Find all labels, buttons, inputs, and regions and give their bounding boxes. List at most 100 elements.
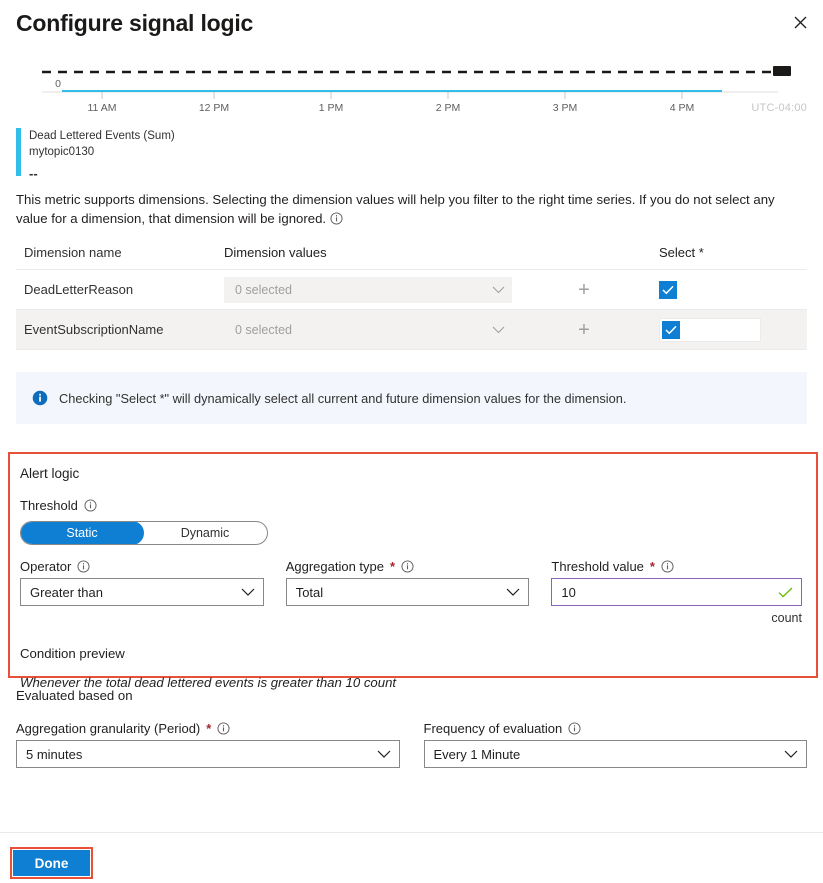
legend-metric-value: -- [29, 166, 38, 181]
legend-metric-title: Dead Lettered Events (Sum) [29, 130, 175, 142]
info-banner: Checking "Select *" will dynamically sel… [16, 372, 807, 424]
legend-color-swatch [16, 128, 21, 176]
operator-label: Operator [20, 559, 72, 574]
threshold-value-input[interactable]: 10 [561, 585, 575, 600]
alert-logic-title: Alert logic [20, 466, 80, 481]
x-tick-label: 3 PM [553, 102, 578, 114]
chart-legend: Dead Lettered Events (Sum) mytopic0130 -… [16, 128, 807, 180]
threshold-label-row: Threshold [20, 498, 802, 513]
required-asterisk: * [649, 559, 655, 574]
column-header-dimension-values: Dimension values [224, 245, 327, 260]
checkmark-icon [665, 325, 677, 334]
aggregation-granularity-field: Aggregation granularity (Period) * 5 min… [16, 721, 400, 768]
checkmark-icon [662, 285, 674, 294]
dimension-values-placeholder: 0 selected [235, 322, 292, 337]
table-row: EventSubscriptionName 0 selected + [16, 310, 807, 350]
aggregation-type-value: Total [295, 584, 324, 600]
threshold-label: Threshold [20, 498, 78, 513]
threshold-marker [773, 66, 791, 76]
dimensions-table: Dimension name Dimension values Select *… [16, 242, 807, 350]
x-tick-label: 1 PM [319, 102, 344, 114]
threshold-value-unit: count [771, 611, 802, 625]
chevron-down-icon [377, 750, 390, 758]
dimension-values-placeholder: 0 selected [235, 282, 292, 297]
column-header-select: Select * [659, 245, 704, 260]
alert-logic-fields-row: Operator Greater than Aggregation type * [20, 559, 802, 625]
dialog-header: Configure signal logic [0, 0, 823, 46]
chevron-down-icon [492, 286, 505, 293]
chevron-down-icon [241, 588, 255, 596]
aggregation-type-select[interactable]: Total [285, 578, 530, 606]
threshold-option-static[interactable]: Static [21, 522, 144, 544]
select-all-checkbox-eventsubscriptionname[interactable] [662, 320, 680, 339]
column-header-dimension-name: Dimension name [24, 245, 122, 260]
condition-preview-label: Condition preview [20, 646, 125, 661]
evaluated-based-on-section: Evaluated based on Aggregation granulari… [16, 688, 807, 768]
y-tick-0: 0 [55, 78, 61, 90]
chevron-down-icon [492, 326, 505, 333]
table-row: DeadLetterReason 0 selected + [16, 270, 807, 310]
dimensions-description: This metric supports dimensions. Selecti… [16, 190, 807, 228]
info-icon[interactable] [330, 212, 343, 225]
x-tick-label: 4 PM [670, 102, 695, 114]
select-all-wrapper [659, 280, 677, 299]
info-banner-text: Checking "Select *" will dynamically sel… [59, 390, 627, 406]
info-icon[interactable] [217, 722, 230, 735]
dialog-footer: Done [0, 832, 823, 883]
dimension-values-select-deadletterreason[interactable]: 0 selected [224, 276, 512, 303]
metric-chart-svg: 0 11 AM 12 PM 1 PM 2 PM 3 PM 4 PM [42, 66, 791, 114]
frequency-of-evaluation-field: Frequency of evaluation Every 1 Minute [423, 721, 807, 768]
chevron-down-icon [784, 750, 798, 758]
plus-icon[interactable]: + [578, 280, 590, 300]
info-icon[interactable] [661, 560, 674, 573]
threshold-option-dynamic[interactable]: Dynamic [143, 522, 267, 544]
dimension-values-select-eventsubscriptionname[interactable]: 0 selected [224, 316, 512, 343]
aggregation-type-label: Aggregation type [285, 559, 384, 574]
required-asterisk: * [390, 559, 396, 574]
aggregation-granularity-label: Aggregation granularity (Period) [16, 721, 201, 736]
done-button[interactable]: Done [13, 850, 90, 876]
x-tick-label: 2 PM [436, 102, 461, 114]
alert-logic-section: Alert logic Threshold Static Dynamic Ope… [8, 452, 818, 690]
x-axis-ticks [101, 92, 683, 99]
close-glyph [794, 16, 806, 28]
threshold-value-label: Threshold value [551, 559, 644, 574]
info-icon[interactable] [568, 722, 581, 735]
chart-timezone-label: UTC-04:00 [751, 102, 807, 114]
operator-value: Greater than [30, 584, 103, 600]
frequency-of-evaluation-select[interactable]: Every 1 Minute [423, 740, 807, 768]
frequency-of-evaluation-value: Every 1 Minute [433, 746, 521, 762]
operator-select[interactable]: Greater than [20, 578, 264, 606]
threshold-value-field: Threshold value * 10 count [551, 559, 802, 625]
info-icon[interactable] [77, 560, 90, 573]
threshold-value-input-wrapper[interactable]: 10 [551, 578, 802, 606]
dimensions-description-text: This metric supports dimensions. Selecti… [16, 192, 775, 226]
page-title: Configure signal logic [16, 10, 254, 36]
done-button-highlight: Done [10, 847, 93, 879]
frequency-of-evaluation-label: Frequency of evaluation [423, 721, 563, 736]
info-filled-icon [32, 390, 48, 406]
threshold-type-toggle[interactable]: Static Dynamic [20, 521, 268, 545]
info-icon[interactable] [401, 560, 414, 573]
x-tick-label: 11 AM [88, 102, 117, 114]
select-all-checkbox-deadletterreason[interactable] [659, 280, 677, 299]
dimension-name-eventsubscriptionname: EventSubscriptionName [24, 322, 164, 337]
legend-resource-name: mytopic0130 [29, 146, 95, 158]
evaluated-based-on-title: Evaluated based on [16, 688, 133, 703]
close-icon[interactable] [783, 6, 817, 38]
aggregation-type-field: Aggregation type * Total [285, 559, 530, 625]
checkmark-icon [778, 587, 793, 598]
x-tick-label: 12 PM [199, 102, 229, 114]
dimensions-table-header: Dimension name Dimension values Select * [16, 242, 807, 270]
required-asterisk: * [206, 721, 212, 736]
metric-chart: 0 11 AM 12 PM 1 PM 2 PM 3 PM 4 PM UTC-04… [16, 56, 807, 124]
aggregation-granularity-value: 5 minutes [26, 746, 83, 762]
dimension-name-deadletterreason: DeadLetterReason [24, 282, 134, 297]
info-icon[interactable] [84, 499, 97, 512]
aggregation-granularity-select[interactable]: 5 minutes [16, 740, 400, 768]
operator-field: Operator Greater than [20, 559, 264, 625]
chevron-down-icon [506, 588, 520, 596]
x-tick-labels: 11 AM 12 PM 1 PM 2 PM 3 PM 4 PM [88, 102, 695, 114]
select-all-wrapper [659, 317, 761, 342]
plus-icon[interactable]: + [578, 320, 590, 340]
